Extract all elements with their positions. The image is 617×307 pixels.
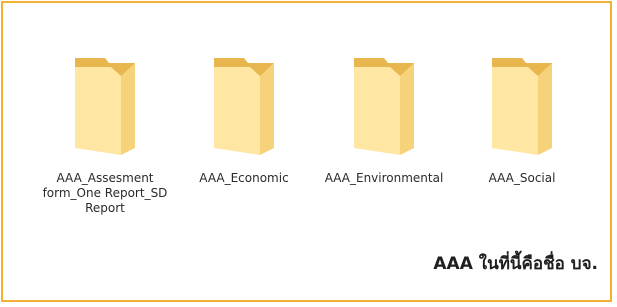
folder-icon [75,58,135,155]
folder-item-social[interactable]: AAA_Social [452,43,592,243]
explorer-pane: AAA_Assesment form_One Report_SD Report … [1,1,612,302]
folder-name: AAA_Social [488,171,556,185]
folder-item-assessment[interactable]: AAA_Assesment form_One Report_SD Report [35,43,175,243]
annotation-note: AAA ในที่นี้คือชื่อ บจ. [433,254,598,274]
folder-icon [214,58,274,155]
folder-name: AAA_Assesment form_One Report_SD Report [42,171,168,215]
folder-item-environmental[interactable]: AAA_Environmental [314,43,454,243]
folder-name: AAA_Economic [199,171,289,185]
folder-item-economic[interactable]: AAA_Economic [174,43,314,243]
folder-icon [492,58,552,155]
folder-icon [354,58,414,155]
folder-name: AAA_Environmental [324,171,444,185]
